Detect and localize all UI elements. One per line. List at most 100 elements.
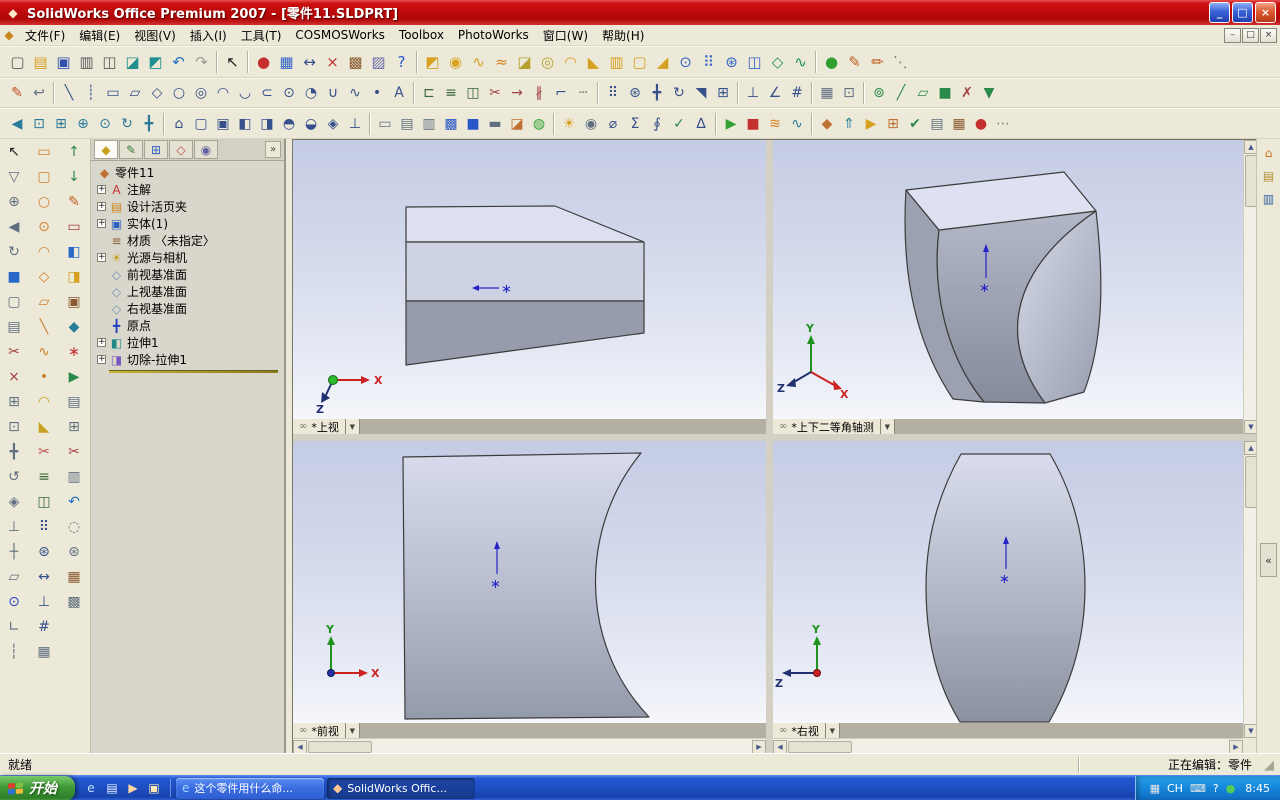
edit-material-icon[interactable]: ▩ — [344, 51, 367, 74]
check-entity-icon[interactable]: ✓ — [668, 113, 690, 135]
snap-side-icon[interactable]: # — [32, 614, 57, 639]
tree-item-plane[interactable]: ◇ 前视基准面 — [91, 266, 284, 283]
feature-manager-tab[interactable]: ◆ — [94, 140, 118, 159]
coordinate-system-icon[interactable]: ∟ — [2, 614, 27, 639]
filter-solids-icon[interactable]: ■ — [934, 82, 956, 104]
flow-simulation-icon[interactable]: ∿ — [786, 113, 808, 135]
scroll-thumb[interactable] — [308, 740, 372, 753]
perimeter-circle-icon[interactable]: ◎ — [190, 82, 212, 104]
pan-icon[interactable]: ╋ — [138, 113, 160, 135]
configuration-manager-tab[interactable]: ⊞ — [144, 140, 168, 159]
chamfer-icon[interactable]: ◣ — [582, 51, 605, 74]
rotate-side-icon[interactable]: ↺ — [2, 464, 27, 489]
horizontal-scrollbar-right[interactable]: ◀ ▶ — [773, 738, 1243, 754]
dimxpert-manager-tab[interactable]: ◇ — [169, 140, 193, 159]
move-entities-icon[interactable]: ╋ — [646, 82, 668, 104]
model-right-view[interactable] — [925, 453, 1086, 723]
keyboard-icon[interactable]: ⌨ — [1190, 782, 1206, 795]
edrawings-publish-icon[interactable]: ◆ — [816, 113, 838, 135]
quick-snaps-icon[interactable]: # — [786, 82, 808, 104]
shadows-in-shaded-icon[interactable]: ▬ — [484, 113, 506, 135]
open-document-icon[interactable]: ▤ — [29, 51, 52, 74]
expand-toggle[interactable]: + — [97, 202, 106, 211]
show-desktop-icon[interactable]: ▤ — [103, 779, 121, 797]
select-icon[interactable]: ↖ — [221, 51, 244, 74]
exit-sketch-icon[interactable]: ↩ — [28, 82, 50, 104]
previous-view-side-icon[interactable]: ◀ — [2, 214, 27, 239]
rib-icon[interactable]: ▥ — [605, 51, 628, 74]
display-manager-tab[interactable]: ◉ — [194, 140, 218, 159]
cut-side-icon[interactable]: ✂ — [62, 439, 87, 464]
tree-root-part[interactable]: ◆ 零件11 — [91, 164, 284, 181]
select-arrow-icon[interactable]: ↖ — [2, 139, 27, 164]
trim-side-icon[interactable]: ✂ — [32, 439, 57, 464]
lasso-side-icon[interactable]: ◌ — [62, 514, 87, 539]
offset-entities-icon[interactable]: ≡ — [440, 82, 462, 104]
3d-sketch-icon[interactable]: ✏ — [866, 51, 889, 74]
zoom-to-area-icon[interactable]: ⊞ — [50, 113, 72, 135]
scale-entities-icon[interactable]: ◥ — [690, 82, 712, 104]
grid-side-icon[interactable]: ▦ — [32, 639, 57, 664]
doc-minimize-button[interactable]: – — [1224, 27, 1241, 43]
swatch-side-icon[interactable]: ▦ — [62, 564, 87, 589]
undo-side-icon[interactable]: ↶ — [62, 489, 87, 514]
doc-close-button[interactable]: × — [1260, 27, 1277, 43]
temporary-axes-icon[interactable]: ┆ — [2, 639, 27, 664]
expand-toggle[interactable]: + — [97, 338, 106, 347]
sketch-pencil-icon[interactable]: ✎ — [6, 82, 28, 104]
linear-sketch-pattern-icon[interactable]: ⠿ — [602, 82, 624, 104]
tangent-arc-icon[interactable]: ◡ — [234, 82, 256, 104]
panel-collapse-button[interactable]: » — [265, 141, 281, 158]
menu-item-file[interactable]: 文件(F) — [18, 25, 72, 46]
reference-geometry-icon[interactable]: ◇ — [766, 51, 789, 74]
cosmos-plot-icon[interactable]: ≋ — [764, 113, 786, 135]
construction-geometry-icon[interactable]: ┄ — [572, 82, 594, 104]
paint-left-side-icon[interactable]: ◧ — [62, 239, 87, 264]
tree-item-lights-cameras[interactable]: + ☀ 光源与相机 — [91, 249, 284, 266]
3d-instant-website-icon[interactable]: ⇑ — [838, 113, 860, 135]
app-status-icon[interactable]: ▦ — [1150, 782, 1160, 795]
macro-run-icon[interactable]: ▦ — [948, 113, 970, 135]
model-front-view[interactable] — [402, 452, 650, 720]
toolbox-browser-icon[interactable]: ⊞ — [882, 113, 904, 135]
shaded-with-edges-icon[interactable]: ▩ — [440, 113, 462, 135]
redo-icon[interactable]: ↷ — [190, 51, 213, 74]
menu-item-insert[interactable]: 插入(I) — [183, 25, 234, 46]
hidden-lines-cube-icon[interactable]: ▤ — [2, 314, 27, 339]
pin-side-icon[interactable]: ∗ — [62, 339, 87, 364]
document-icon[interactable]: ◆ — [0, 28, 18, 42]
paste-side-icon[interactable]: ▥ — [62, 464, 87, 489]
viewport-top-tab[interactable]: ∞ *上视 — [293, 419, 346, 434]
make-drawing-icon[interactable]: ◪ — [121, 51, 144, 74]
swept-boss-icon[interactable]: ∿ — [467, 51, 490, 74]
scroll-right-button[interactable]: ▶ — [1229, 739, 1243, 754]
isometric-view-icon[interactable]: ◈ — [322, 113, 344, 135]
save-icon[interactable]: ▣ — [52, 51, 75, 74]
rebuild-icon[interactable]: ● — [252, 51, 275, 74]
viewport-right-tab[interactable]: ∞ *右视 — [773, 723, 826, 738]
lights-icon[interactable]: ☀ — [558, 113, 580, 135]
texture-icon[interactable]: ▨ — [367, 51, 390, 74]
revolved-cut-icon[interactable]: ◎ — [536, 51, 559, 74]
filter-vertices-icon[interactable]: ⊚ — [868, 82, 890, 104]
expand-toggle[interactable]: + — [97, 355, 106, 364]
shell-icon[interactable]: ▢ — [628, 51, 651, 74]
polygon-icon[interactable]: ◇ — [146, 82, 168, 104]
copy-side-icon[interactable]: ⊞ — [62, 414, 87, 439]
start-button[interactable]: 开始 — [0, 775, 75, 800]
hidden-lines-visible-icon[interactable]: ▤ — [396, 113, 418, 135]
print-preview-icon[interactable]: ◫ — [98, 51, 121, 74]
customize-menu-icon[interactable]: ⋯ — [992, 113, 1014, 135]
section-view-icon[interactable]: ◪ — [506, 113, 528, 135]
menu-item-window[interactable]: 窗口(W) — [536, 25, 595, 46]
section-properties-icon[interactable]: ∮ — [646, 113, 668, 135]
zoom-window-side-icon[interactable]: ⊞ — [2, 389, 27, 414]
viewport-right-dropdown[interactable]: ▼ — [825, 723, 840, 738]
gem-side-icon[interactable]: ◆ — [62, 314, 87, 339]
layers-side-icon[interactable]: ▤ — [62, 389, 87, 414]
macro-record-icon[interactable]: ● — [970, 113, 992, 135]
chamfer-side-icon[interactable]: ◣ — [32, 414, 57, 439]
linear-pattern-icon[interactable]: ⠿ — [697, 51, 720, 74]
horizontal-splitter[interactable] — [293, 434, 1243, 441]
expand-toggle[interactable]: + — [97, 185, 106, 194]
